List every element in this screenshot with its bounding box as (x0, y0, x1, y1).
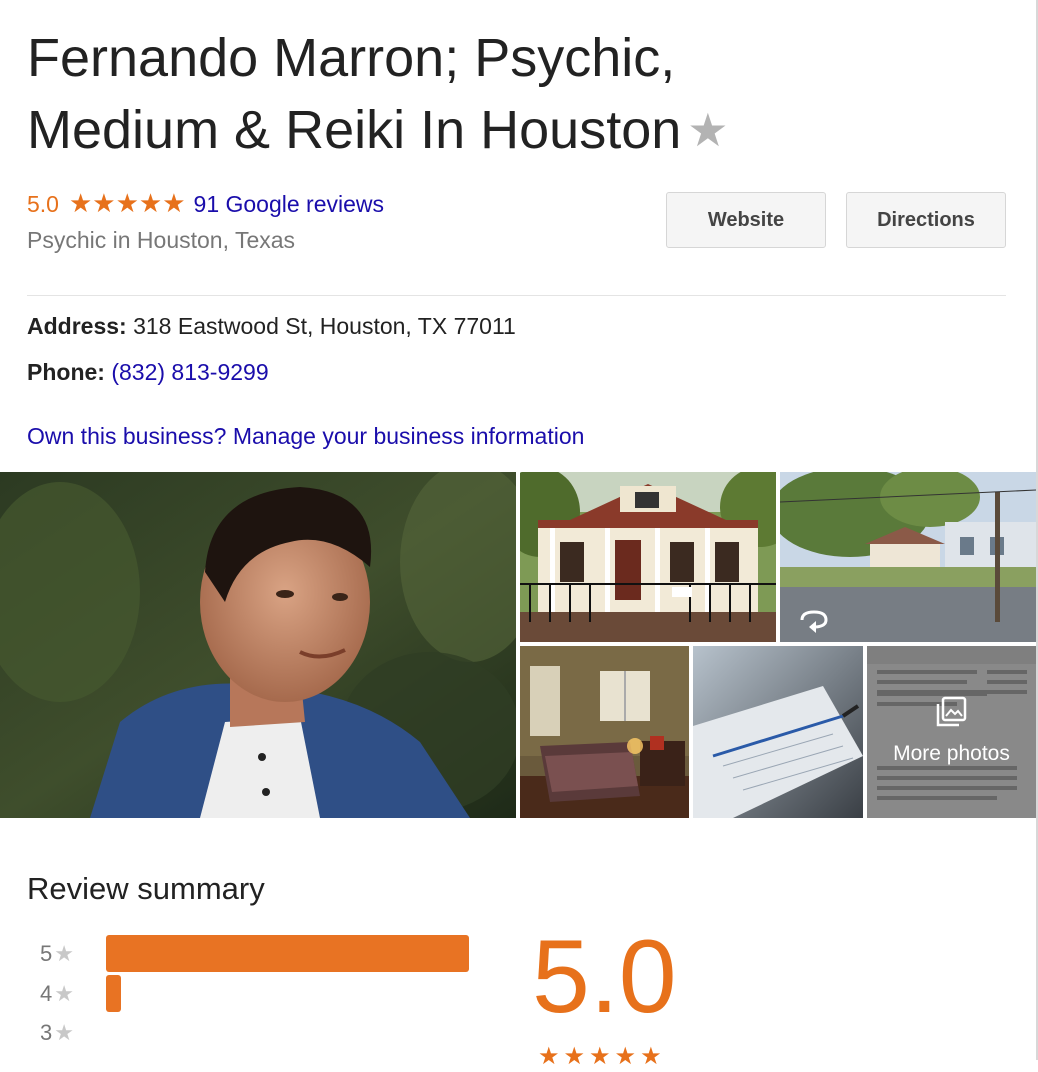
rating-bar-4 (106, 975, 121, 1012)
bar-label-3-number: 3 (40, 1020, 53, 1045)
phone-row: Phone: (832) 813-9299 (27, 355, 269, 389)
business-name: Fernando Marron; Psychic, Medium & Reiki… (27, 28, 682, 160)
phone-link[interactable]: (832) 813-9299 (111, 359, 268, 385)
business-title: Fernando Marron; Psychic, Medium & Reiki… (27, 22, 847, 166)
rating-row: 5.0 ★★★★★ 91 Google reviews (27, 186, 384, 220)
bar-label-4: 4★ (40, 979, 90, 1009)
more-photos-label[interactable]: More photos (867, 738, 1036, 770)
rotate-360-icon[interactable] (796, 606, 832, 634)
rating-stars-icon: ★★★★★ (68, 188, 186, 218)
google-reviews-link[interactable]: 91 Google reviews (194, 191, 385, 217)
address-row: Address: 318 Eastwood St, Houston, TX 77… (27, 309, 516, 343)
website-button[interactable]: Website (666, 192, 826, 248)
own-business-link[interactable]: Own this business? Manage your business … (27, 419, 584, 453)
star-icon: ★ (54, 941, 74, 966)
more-photos-overlay[interactable] (867, 646, 1036, 818)
rating-value: 5.0 (27, 191, 59, 217)
directions-button[interactable]: Directions (846, 192, 1006, 248)
rating-bar-5 (106, 935, 469, 972)
address-label: Address: (27, 313, 127, 339)
star-icon: ★ (54, 1020, 74, 1045)
business-category: Psychic in Houston, Texas (27, 227, 296, 253)
overall-rating: 5.0 (532, 919, 677, 1035)
address-value: 318 Eastwood St, Houston, TX 77011 (133, 313, 516, 339)
photo-reiki-room[interactable] (520, 646, 689, 818)
bar-label-5-number: 5 (40, 941, 53, 966)
review-summary-title: Review summary (27, 871, 265, 906)
photo-main-portrait[interactable] (0, 472, 516, 818)
phone-label: Phone: (27, 359, 105, 385)
photo-house-front[interactable] (520, 472, 776, 642)
bar-label-3: 3★ (40, 1018, 90, 1048)
divider (27, 295, 1006, 296)
bar-label-5: 5★ (40, 939, 90, 969)
photo-desk-pen[interactable] (693, 646, 863, 818)
star-icon: ★ (54, 981, 74, 1006)
overall-stars-icon: ★★★★★ (538, 1043, 666, 1070)
save-star-icon[interactable]: ★ (687, 104, 728, 156)
bar-label-4-number: 4 (40, 981, 53, 1006)
photo-gallery-icon (936, 696, 967, 727)
